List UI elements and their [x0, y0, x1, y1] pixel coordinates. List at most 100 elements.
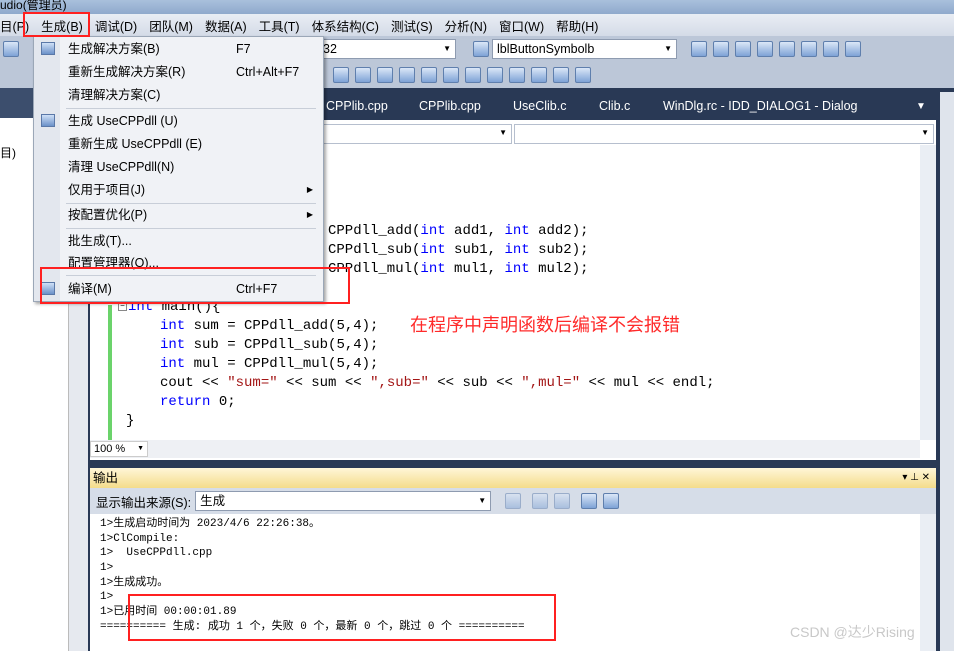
menu-test[interactable]: 测试(S) [385, 16, 439, 35]
code-line: int sub = CPPdll_sub(5,4); [160, 337, 379, 353]
tab-cpplib-1[interactable]: CPPlib.cpp [326, 99, 388, 113]
tab-clib[interactable]: Clib.c [599, 99, 630, 113]
find-value: lblButtonSymbolb [497, 42, 595, 56]
watermark: CSDN @达少Rising [790, 624, 915, 640]
platform-combo[interactable]: 32 ▼ [318, 39, 456, 59]
menu-debug[interactable]: 调试(D) [89, 16, 143, 35]
clear-bookmarks-icon[interactable] [575, 67, 591, 83]
editor-zoom-bar: 100 % ▼ [90, 440, 920, 458]
output-line: 1>ClCompile: [100, 532, 180, 545]
uncomment-icon[interactable] [399, 67, 415, 83]
tab-list-icon[interactable]: ▼ [916, 101, 926, 112]
menu-architecture[interactable]: 体系结构(C) [306, 16, 385, 35]
code-line: } [126, 413, 135, 429]
menu-profile-guided-optimization[interactable]: 按配置优化(P) ▶ [34, 204, 323, 226]
chart-icon[interactable] [735, 41, 751, 57]
menu-help[interactable]: 帮助(H) [550, 16, 604, 35]
menu-batch-build[interactable]: 批生成(T)... [34, 230, 323, 252]
change-indicator [108, 305, 112, 440]
comment-icon[interactable] [377, 67, 393, 83]
properties-panel [940, 92, 954, 651]
output-line: 1>生成启动时间为 2023/4/6 22:26:38。 [100, 518, 321, 530]
window-title: udio(管理员) [0, 0, 67, 12]
chevron-down-icon: ▼ [137, 445, 144, 452]
next-bookmark-folder-icon[interactable] [509, 67, 525, 83]
prev-bookmark-doc-icon[interactable] [531, 67, 547, 83]
build-menu-dropdown: 生成解决方案(B) F7 重新生成解决方案(R) Ctrl+Alt+F7 清理解决方… [33, 36, 324, 302]
menu-build-project[interactable]: 生成 UseCPPdll (U) [34, 110, 323, 132]
indent-icon[interactable] [355, 67, 371, 83]
tools-icon[interactable] [779, 41, 795, 57]
menu-rebuild-project[interactable]: 重新生成 UseCPPdll (E) [34, 133, 323, 155]
output-source-combo[interactable]: 生成 ▼ [195, 491, 492, 511]
find-combo[interactable]: lblButtonSymbolb ▼ [492, 39, 677, 59]
code-line: CPPdll_sub(int sub1, int sub2); [328, 242, 589, 258]
output-line: 1>生成成功。 [100, 576, 169, 589]
tab-useclib[interactable]: UseClib.c [513, 99, 567, 113]
menu-window[interactable]: 窗口(W) [493, 16, 550, 35]
word-wrap-icon[interactable] [603, 493, 620, 509]
zoom-value: 100 % [94, 443, 126, 455]
toolbox-icon[interactable] [757, 41, 773, 57]
output-source-label: 显示输出来源(S): [96, 495, 192, 510]
title-bar: udio(管理员) [0, 0, 954, 14]
properties-icon[interactable] [713, 41, 729, 57]
menu-clean-solution[interactable]: 清理解决方案(C) [34, 84, 323, 106]
output-vertical-scrollbar[interactable] [920, 514, 936, 651]
code-line: CPPdll_add(int add1, int add2); [328, 223, 589, 239]
copy-icon[interactable] [3, 41, 19, 57]
code-line: return 0; [160, 394, 236, 410]
menu-tools[interactable]: 工具(T) [253, 16, 306, 35]
menu-project-only[interactable]: 仅用于项目(J) ▶ [34, 179, 323, 201]
clear-all-icon[interactable] [581, 493, 598, 509]
find-icon[interactable] [473, 41, 489, 57]
annotation-text: 在程序中声明函数后编译不会报错 [410, 315, 680, 335]
submenu-arrow-icon: ▶ [306, 210, 313, 219]
find-in-files-icon[interactable] [691, 41, 707, 57]
code-line: int mul = CPPdll_mul(5,4); [160, 356, 379, 372]
menu-bar: 目(P) 生成(B) 调试(D) 团队(M) 数据(A) 工具(T) 体系结构(… [0, 14, 954, 36]
highlight-build-menu [23, 12, 90, 37]
menu-clean-project[interactable]: 清理 UseCPPdll(N) [34, 156, 323, 178]
build-solution-icon [41, 42, 55, 55]
chevron-down-icon: ▼ [921, 128, 929, 137]
menu-build-solution[interactable]: 生成解决方案(B) F7 [34, 38, 323, 60]
tab-cpplib-2[interactable]: CPPlib.cpp [419, 99, 481, 113]
menu-data[interactable]: 数据(A) [199, 16, 253, 35]
tab-windlg[interactable]: WinDlg.rc - IDD_DIALOG1 - Dialog [663, 99, 858, 113]
output-window-controls[interactable]: ▾ ⊥ ✕ [902, 468, 930, 488]
menu-rebuild-solution[interactable]: 重新生成解决方案(R) Ctrl+Alt+F7 [34, 61, 323, 83]
class-view-icon[interactable] [823, 41, 839, 57]
code-line: cout << "sum=" << sum << ",sub=" << sub … [160, 375, 715, 391]
chevron-down-icon: ▼ [664, 44, 672, 53]
output-header: 输出 ▾ ⊥ ✕ [90, 468, 936, 488]
editor-vertical-scrollbar[interactable] [920, 145, 936, 440]
prev-message-icon[interactable] [532, 493, 549, 509]
next-bookmark-doc-icon[interactable] [553, 67, 569, 83]
menu-team[interactable]: 团队(M) [143, 16, 199, 35]
highlight-build-result [128, 594, 556, 641]
chevron-down-icon: ▼ [499, 128, 507, 137]
member-combo[interactable]: ▼ [514, 124, 934, 144]
build-project-icon [41, 114, 55, 127]
submenu-arrow-icon: ▶ [306, 185, 313, 194]
prev-bookmark-icon[interactable] [443, 67, 459, 83]
command-window-icon[interactable] [845, 41, 861, 57]
code-line: int sum = CPPdll_add(5,4); [160, 318, 379, 334]
zoom-combo[interactable]: 100 % ▼ [90, 441, 148, 457]
next-message-icon[interactable] [554, 493, 571, 509]
next-bookmark-icon[interactable] [465, 67, 481, 83]
menu-analyze[interactable]: 分析(N) [439, 16, 493, 35]
output-toolbar: 显示输出来源(S): 生成 ▼ [90, 488, 936, 514]
code-line: CPPdll_mul(int mul1, int mul2); [328, 261, 589, 277]
prev-bookmark-folder-icon[interactable] [487, 67, 503, 83]
start-icon[interactable] [801, 41, 817, 57]
chevron-down-icon: ▼ [443, 44, 451, 53]
output-title: 输出 [93, 471, 119, 485]
output-line: 1> [100, 562, 114, 575]
highlight-compile-item [40, 267, 350, 304]
chevron-down-icon: ▼ [478, 496, 487, 505]
outdent-icon[interactable] [333, 67, 349, 83]
goto-location-icon[interactable] [505, 493, 522, 509]
bookmark-icon[interactable] [421, 67, 437, 83]
